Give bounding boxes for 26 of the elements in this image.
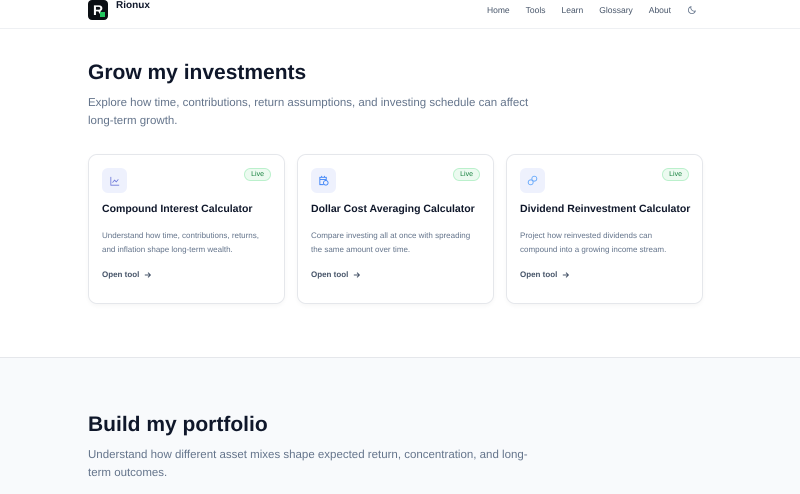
arrow-right-icon [562, 270, 570, 278]
card-title: Compound Interest Calculator [102, 202, 254, 216]
section-description: Understand how different asset mixes shape expected return, concentration, and long-term outcomes. [88, 448, 529, 481]
brand-name[interactable]: Rionux [116, 0, 150, 10]
line-chart-icon [110, 176, 120, 186]
card-title: Dollar Cost Averaging Calculator [311, 202, 476, 216]
arrow-right-icon [353, 270, 362, 278]
card-description: Project how reinvested dividends can compound into a growing income stream. [520, 230, 668, 256]
nav-link[interactable]: Learn [561, 4, 584, 16]
calendar-clock-icon [318, 175, 329, 186]
section-description: Explore how time, contributions, return assumptions, and investing schedule can affect long-term growth. [88, 96, 530, 129]
nav-link[interactable]: About [648, 4, 671, 16]
coins-icon [527, 175, 538, 186]
nav-link[interactable]: Tools [526, 4, 546, 16]
card-title: Dividend Reinvestment Calculator [520, 202, 689, 216]
section-title: Build my portfolio [88, 412, 269, 438]
nav-link[interactable]: Home [486, 4, 510, 16]
moon-icon[interactable] [687, 5, 697, 15]
arrow-right-icon [144, 270, 152, 278]
open-tool-link[interactable]: Open tool [102, 270, 152, 279]
card-description: Compare investing all at once with spreading the same amount over time. [311, 230, 472, 256]
card-description: Understand how time, contributions, returns, and inflation shape long-term wealth. [102, 230, 260, 256]
section-title: Grow my investments [88, 60, 308, 86]
open-tool-link[interactable]: Open tool [520, 270, 570, 279]
open-tool-link[interactable]: Open tool [311, 270, 362, 279]
nav-link[interactable]: Glossary [599, 4, 633, 16]
